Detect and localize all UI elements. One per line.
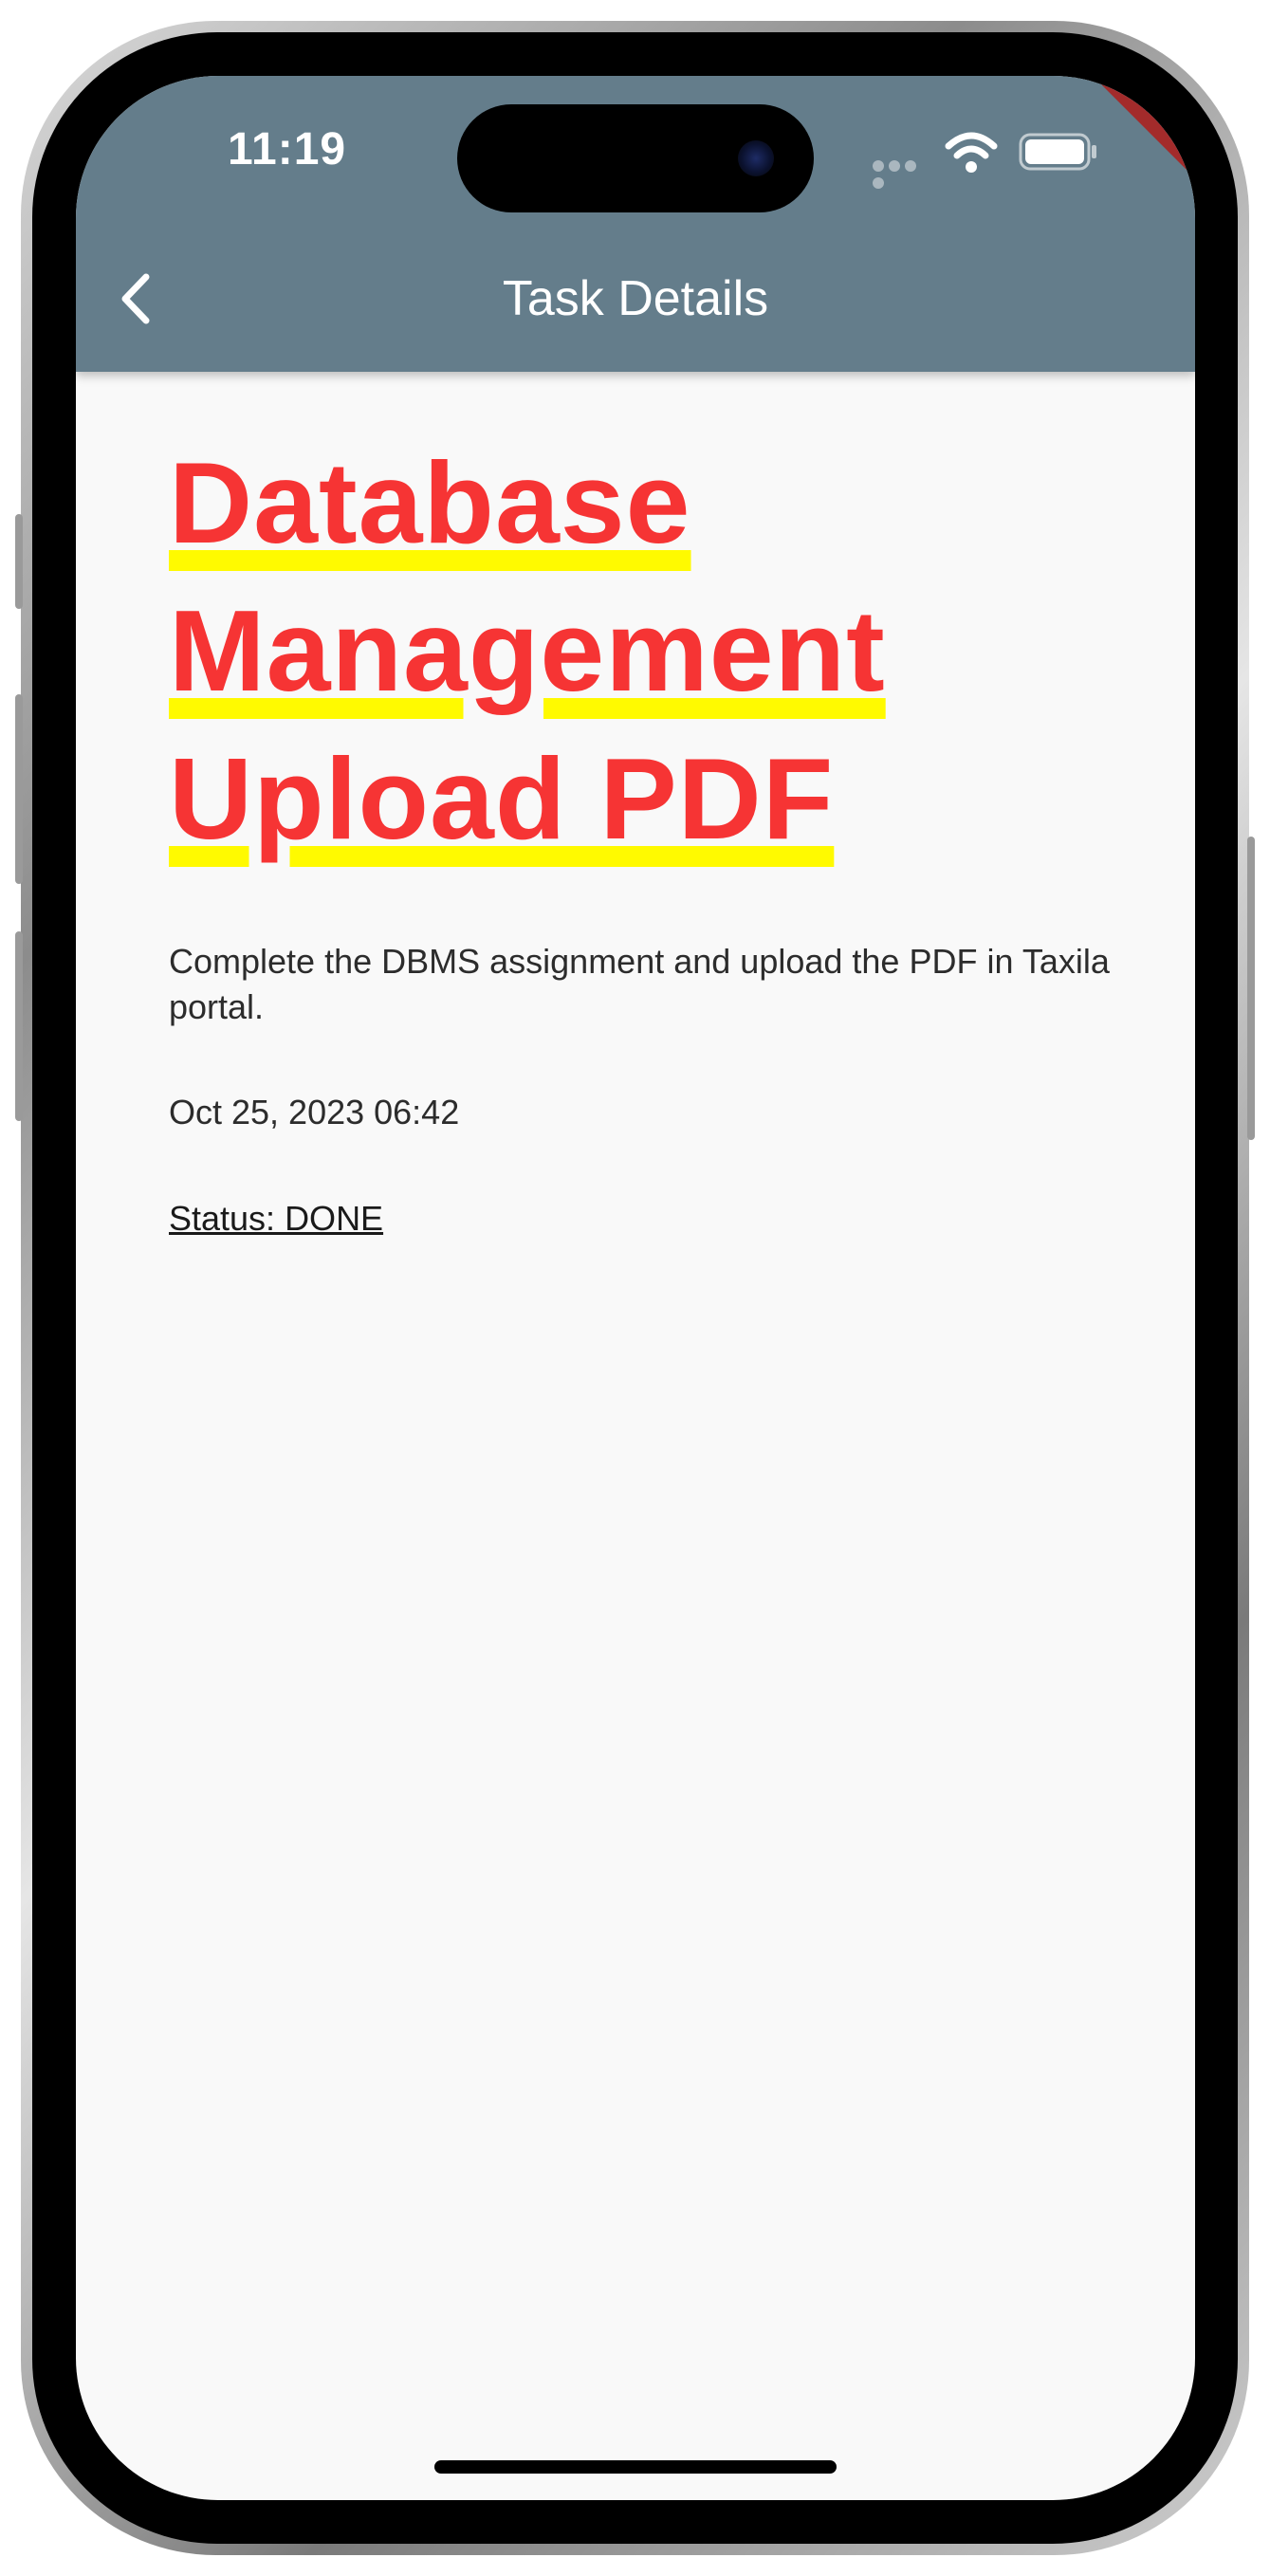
front-camera-icon: [738, 140, 774, 176]
task-title-line-2: Management: [169, 586, 886, 715]
cellular-signal-icon: [873, 159, 935, 189]
dynamic-island: [457, 104, 814, 212]
app-bar: 11:19 DEBUG Task Details: [76, 76, 1195, 372]
app-screen: 11:19 DEBUG Task Details Database Manage…: [76, 76, 1195, 2500]
power-button: [1247, 837, 1255, 1140]
task-status[interactable]: Status: DONE: [169, 1199, 383, 1239]
task-details-content: Database Management Upload PDF Complete …: [169, 429, 1117, 1239]
task-date: Oct 25, 2023 06:42: [169, 1093, 460, 1132]
volume-down-button: [15, 931, 23, 1121]
page-title: Task Details: [502, 271, 769, 326]
task-description: Complete the DBMS assignment and upload …: [169, 942, 1110, 1026]
action-button: [15, 514, 23, 609]
status-bar-time: 11:19: [228, 124, 347, 175]
task-title-line-1: Database: [169, 438, 691, 567]
task-title: Database Management Upload PDF: [169, 429, 1117, 873]
wifi-icon: [945, 132, 998, 173]
home-indicator[interactable]: [434, 2460, 837, 2474]
volume-up-button: [15, 694, 23, 884]
battery-icon: [1019, 133, 1096, 171]
task-title-line-3: Upload PDF: [169, 734, 835, 863]
